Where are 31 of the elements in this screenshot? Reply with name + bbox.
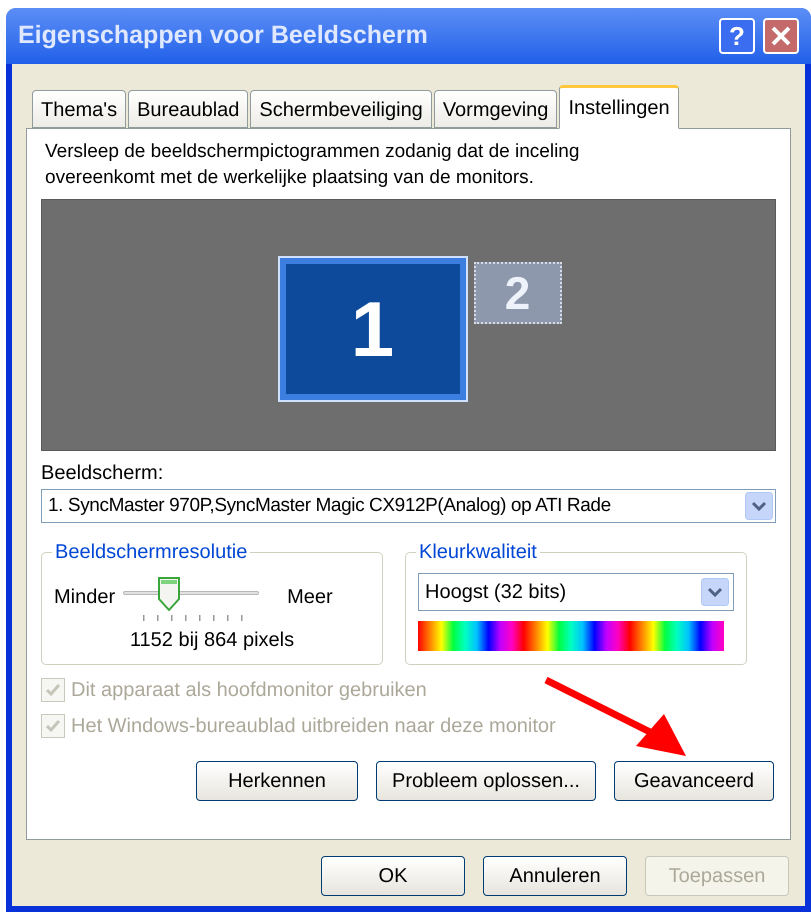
checkbox-label: Dit apparaat als hoofdmonitor gebruiken [71,678,427,703]
tab[interactable]: Bureaublad [128,90,248,128]
slider-label: Meer [287,585,333,610]
group-title: Kleurkwaliteit [418,540,538,565]
check-icon [45,718,61,734]
dialog-button[interactable]: Annuleren [483,856,627,896]
help-button[interactable]: ? [719,18,755,54]
checkbox-label: Het Windows-bureaublad uitbreiden naar deze monitor [71,714,556,739]
panel-button[interactable]: Herkennen [196,761,358,801]
slider-thumb[interactable] [158,577,180,611]
slider-label: Minder [54,585,116,610]
monitor-tile[interactable]: 1 [280,258,466,400]
tab[interactable]: Thema's [32,90,126,128]
tab[interactable]: Schermbeveiliging [250,90,432,128]
check-icon [45,682,61,698]
panel-button[interactable]: Probleem oplossen... [376,761,596,801]
panel-button[interactable]: Geavanceerd [614,761,774,801]
instruction-text: Versleep de beeldschermpictogrammen zodanig dat de inceling overeenkomt met de werkelijke plaatsing van de monitors. [44,140,580,190]
dialog-button[interactable]: OK [321,856,465,896]
close-icon [770,25,792,47]
color-quality-dropdown[interactable]: Hoogst (32 bits) [418,573,734,611]
dropdown-value: Hoogst (32 bits) [425,580,568,605]
close-button[interactable] [763,18,799,54]
tab[interactable]: Instellingen [559,85,679,129]
tab[interactable]: Vormgeving [434,90,558,128]
display-dropdown[interactable]: 1. SyncMaster 970P,SyncMaster Magic CX912P(Analog) op ATI Rade [41,489,776,523]
resolution-value: 1152 bij 864 pixels [128,628,296,653]
field-label: Beeldscherm: [41,461,164,485]
group-title: Beeldschermresolutie [54,540,248,565]
window-title: Eigenschappen voor Beeldscherm [18,20,429,52]
dropdown-value: 1. SyncMaster 970P,SyncMaster Magic CX912P(Analog) op ATI Rade [48,494,612,518]
